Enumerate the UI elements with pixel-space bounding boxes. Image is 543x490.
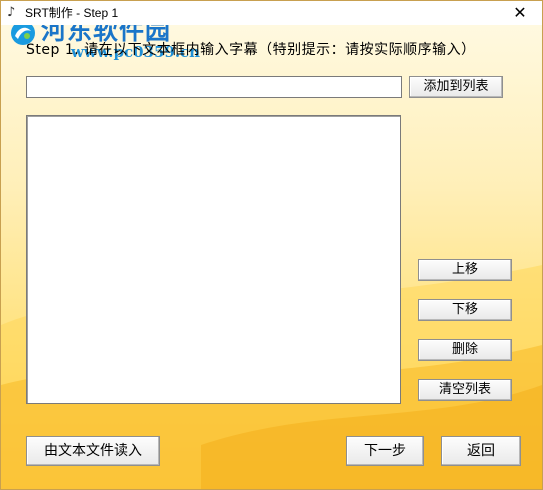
dialog-client-area: 河东软件园 www.pc0359.cn Step 1. 请在以下文本框内输入字幕…: [1, 25, 542, 489]
subtitle-input[interactable]: [26, 76, 402, 98]
add-to-list-button[interactable]: 添加到列表: [409, 76, 503, 98]
move-down-button[interactable]: 下移: [418, 299, 512, 321]
subtitle-list[interactable]: [26, 115, 401, 404]
window-title: SRT制作 - Step 1: [25, 6, 119, 20]
close-button[interactable]: ✕: [498, 1, 542, 25]
music-note-icon: ♪: [7, 5, 16, 20]
title-bar[interactable]: ♪ SRT制作 - Step 1 ✕: [1, 1, 542, 25]
import-from-text-file-button[interactable]: 由文本文件读入: [26, 436, 160, 466]
srt-maker-window: ♪ SRT制作 - Step 1 ✕ 河东软件园 www.pc0359.cn S…: [0, 0, 543, 490]
next-step-button[interactable]: 下一步: [346, 436, 424, 466]
clear-list-button[interactable]: 清空列表: [418, 379, 512, 401]
delete-button[interactable]: 删除: [418, 339, 512, 361]
step-instruction: Step 1. 请在以下文本框内输入字幕（特别提示：请按实际顺序输入）: [26, 42, 476, 58]
move-up-button[interactable]: 上移: [418, 259, 512, 281]
back-button[interactable]: 返回: [441, 436, 521, 466]
